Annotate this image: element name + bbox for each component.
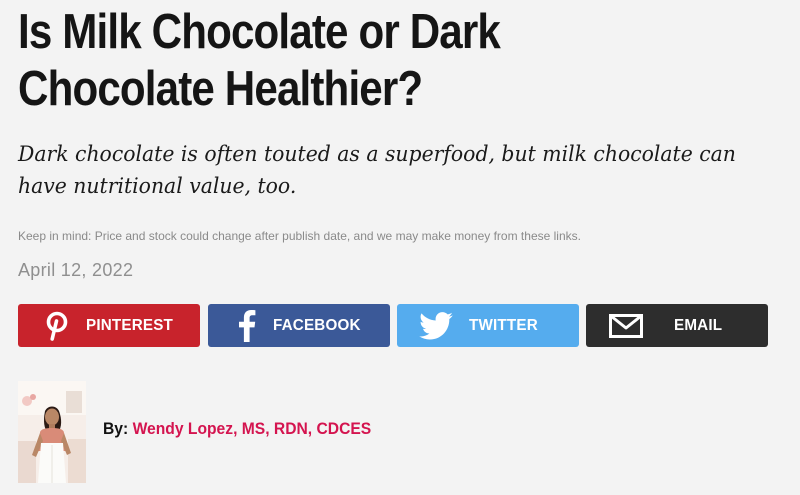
author-byline: By: Wendy Lopez, MS, RDN, CDCES [103,419,371,439]
publish-date: April 12, 2022 [18,260,134,280]
facebook-label: FACEBOOK [273,316,361,334]
article-dek: Dark chocolate is often touted as a supe… [18,142,736,198]
facebook-icon [238,309,256,342]
pinterest-share-button[interactable]: PINTEREST [18,304,200,347]
email-icon [608,313,644,338]
pinterest-icon [44,311,72,341]
facebook-share-button[interactable]: FACEBOOK [208,304,390,347]
email-label: EMAIL [674,316,723,334]
twitter-share-button[interactable]: TWITTER [397,304,579,347]
affiliate-disclaimer: Keep in mind: Price and stock could chan… [18,229,581,243]
pinterest-label: PINTEREST [86,316,174,334]
email-share-button[interactable]: EMAIL [586,304,768,347]
author-avatar[interactable] [18,381,86,483]
byline-prefix: By: [103,419,129,438]
twitter-icon [419,311,453,340]
twitter-label: TWITTER [469,316,538,334]
author-name-link[interactable]: Wendy Lopez, MS, RDN, CDCES [133,419,372,438]
article-headline: Is Milk Chocolate or Dark Chocolate Heal… [18,5,501,116]
